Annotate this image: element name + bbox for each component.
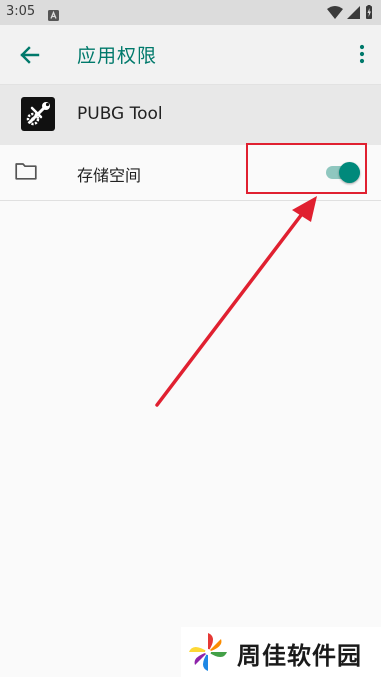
pinwheel-logo-icon [187, 631, 229, 673]
watermark: 周佳软件园 [181, 627, 381, 677]
annotation-arrow [155, 196, 317, 407]
watermark-text: 周佳软件园 [237, 642, 362, 670]
